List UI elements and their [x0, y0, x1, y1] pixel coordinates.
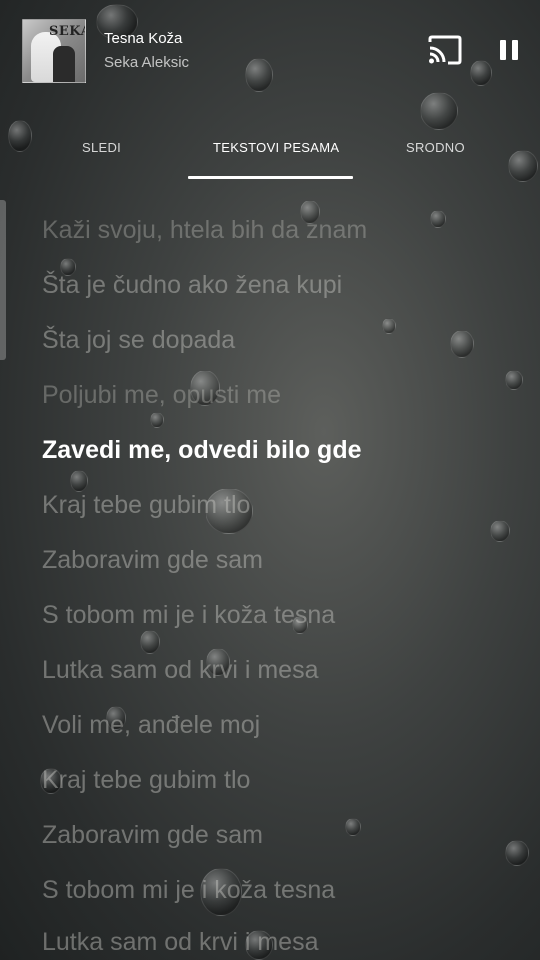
song-artist[interactable]: Seka Aleksic — [104, 54, 189, 71]
song-title[interactable]: Tesna Koža — [104, 30, 182, 47]
cast-icon — [428, 35, 462, 65]
lyric-line[interactable]: Kraj tebe gubim tlo — [42, 766, 250, 795]
lyric-line[interactable]: S tobom mi je i koža tesna — [42, 876, 335, 905]
lyric-line[interactable]: Voli me, anđele moj — [42, 711, 260, 740]
tab-srodno[interactable]: SRODNO — [406, 140, 465, 155]
lyric-line[interactable]: Kaži svoju, htela bih da znam — [42, 216, 367, 245]
album-art-label: SEKA — [49, 24, 85, 39]
pause-icon — [500, 40, 518, 60]
lyric-line[interactable]: S tobom mi je i koža tesna — [42, 601, 335, 630]
lyric-line[interactable]: Zaboravim gde sam — [42, 821, 263, 850]
lyric-line-current[interactable]: Zavedi me, odvedi bilo gde — [42, 436, 362, 465]
album-art[interactable]: SEKA — [22, 19, 86, 83]
lyric-line[interactable]: Šta je čudno ako žena kupi — [42, 271, 342, 300]
cast-button[interactable] — [427, 34, 463, 66]
lyric-line[interactable]: Šta joj se dopada — [42, 326, 235, 355]
lyric-line[interactable]: Lutka sam od krvi i mesa — [42, 656, 319, 685]
tab-tekstovi-pesama[interactable]: TEKSTOVI PESAMA — [213, 140, 339, 155]
lyric-line[interactable]: Kraj tebe gubim tlo — [42, 491, 250, 520]
now-playing-header: SEKA Tesna Koža Seka Aleksic — [0, 0, 540, 110]
lyric-line[interactable]: Lutka sam od krvi i mesa — [42, 928, 319, 957]
tab-bar: SLEDI TEKSTOVI PESAMA SRODNO — [0, 128, 540, 180]
lyric-line[interactable]: Zaboravim gde sam — [42, 546, 263, 575]
lyric-line[interactable]: Poljubi me, opusti me — [42, 381, 281, 410]
side-panel-handle[interactable] — [0, 200, 6, 360]
tab-sledi[interactable]: SLEDI — [82, 140, 121, 155]
pause-button[interactable] — [493, 34, 525, 66]
active-tab-indicator — [188, 176, 353, 179]
